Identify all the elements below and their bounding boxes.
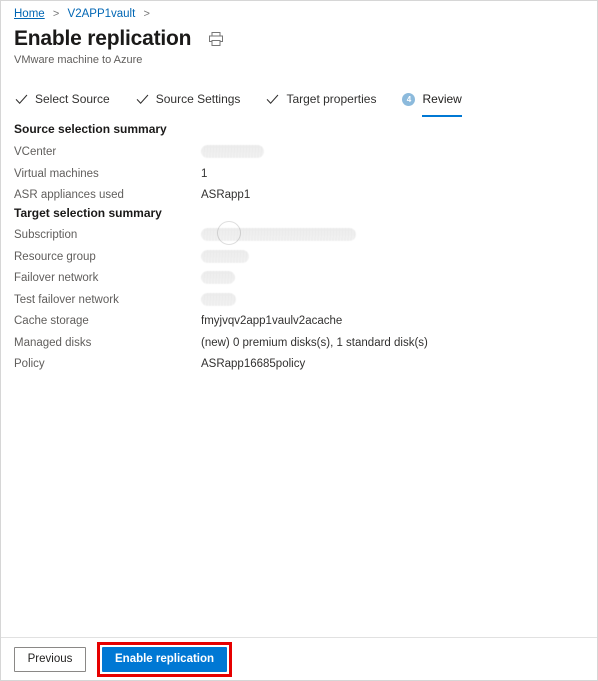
summary-row-failover-network: Failover network [14,270,574,286]
summary-row-test-failover-network: Test failover network [14,292,574,308]
enable-replication-button[interactable]: Enable replication [102,646,228,672]
summary-label: Subscription [14,229,78,241]
tab-review[interactable]: 4 Review [402,87,463,117]
summary-label: Test failover network [14,293,119,306]
summary-label: Virtual machines [14,167,99,180]
summary-label: Policy [14,358,45,370]
tab-label: Review [422,92,462,106]
previous-button[interactable]: Previous [14,646,86,672]
page-subtitle: VMware machine to Azure [14,54,143,66]
redacted-value [201,145,264,158]
summary-value [201,144,264,163]
summary-label: Managed disks [14,336,92,349]
summary-row-subscription: Subscription [14,227,574,243]
summary-row-vcenter: VCenter [14,144,574,160]
summary-row-asr-appliances: ASR appliances used ASRapp1 [14,187,574,203]
check-icon [136,93,149,106]
summary-value: ASRapp16685policy [201,358,306,370]
print-icon[interactable] [208,31,224,47]
check-icon [15,93,28,106]
wizard-tabs: Select Source Source Settings Target pro… [15,87,488,117]
summary-value: 1 [201,167,208,180]
breadcrumb-separator-trailing: > [143,8,150,20]
page-title: Enable replication [14,27,192,50]
title-row: Enable replication [14,26,224,52]
summary-value: fmyjvqv2app1vaulv2acache [201,315,343,327]
summary-label: ASR appliances used [14,189,124,201]
summary-value [201,249,249,268]
tab-source-settings[interactable]: Source Settings [136,87,241,113]
summary-row-resource-group: Resource group [14,249,574,265]
summary-row-managed-disks: Managed disks (new) 0 premium disks(s), … [14,335,574,351]
redacted-value [201,249,249,263]
source-summary-heading: Source selection summary [14,122,167,136]
tab-label: Source Settings [155,92,241,106]
check-icon [266,93,279,106]
target-summary-heading: Target selection summary [14,206,162,220]
summary-value [201,270,235,289]
footer-actions: Previous Enable replication [1,638,597,680]
summary-value: ASRapp1 [201,189,251,201]
summary-row-cache-storage: Cache storage fmyjvqv2app1vaulv2acache [14,313,574,329]
redacted-value [201,228,356,241]
enable-replication-blade: Home > V2APP1vault > Enable replication … [0,0,598,681]
summary-value: (new) 0 premium disks(s), 1 standard dis… [201,336,428,349]
breadcrumb-separator: > [52,8,60,20]
target-summary-rows: Subscription Resource group Failover net… [14,227,574,378]
tab-target-properties[interactable]: Target properties [266,87,376,113]
summary-value [201,292,236,311]
source-summary-rows: VCenter Virtual machines 1 ASR appliance… [14,144,574,209]
redacted-value [201,271,235,284]
summary-value [201,227,356,246]
summary-label: VCenter [14,146,57,158]
tab-label: Select Source [35,92,110,106]
summary-label: Cache storage [14,315,89,327]
summary-label: Failover network [14,272,99,284]
tab-step-badge: 4 [402,92,416,106]
summary-row-virtual-machines: Virtual machines 1 [14,166,574,182]
summary-row-policy: Policy ASRapp16685policy [14,356,574,372]
breadcrumb-item-vault[interactable]: V2APP1vault [68,8,136,20]
breadcrumb-item-home[interactable]: Home [14,8,45,20]
breadcrumb: Home > V2APP1vault > [14,7,155,21]
tab-select-source[interactable]: Select Source [15,87,110,113]
summary-label: Resource group [14,250,96,263]
tab-label: Target properties [286,92,377,106]
redacted-value [201,292,236,306]
annotation-highlight-box: Enable replication [97,641,233,677]
